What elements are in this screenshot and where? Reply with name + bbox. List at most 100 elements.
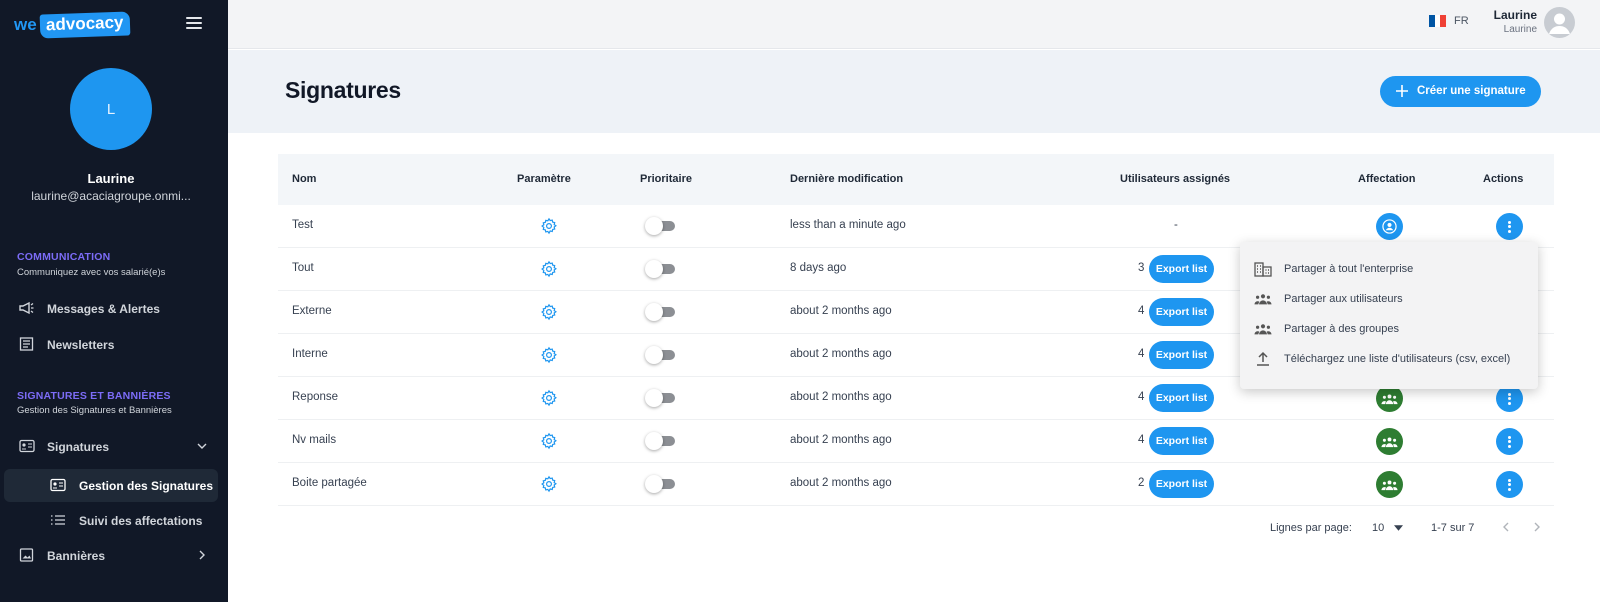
cell-users-count: 4	[1138, 305, 1145, 317]
pagination-range: 1-7 sur 7	[1431, 522, 1475, 534]
menu-item-label: Partager à des groupes	[1284, 323, 1399, 335]
priority-toggle[interactable]	[645, 346, 677, 364]
gear-icon[interactable]	[540, 217, 558, 235]
priority-toggle[interactable]	[645, 389, 677, 407]
export-list-button[interactable]: Export list	[1149, 255, 1214, 283]
affectation-user-icon[interactable]	[1376, 213, 1403, 240]
cell-users-count: 4	[1138, 391, 1145, 403]
prev-page-icon[interactable]	[1500, 521, 1512, 533]
row-actions-button[interactable]	[1496, 471, 1523, 498]
row-actions-button[interactable]	[1496, 213, 1523, 240]
logo-we: we	[14, 15, 37, 34]
cell-modification: about 2 months ago	[790, 477, 892, 489]
megaphone-icon	[19, 301, 34, 315]
priority-toggle[interactable]	[645, 475, 677, 493]
more-vertical-icon	[1508, 434, 1511, 449]
gear-icon[interactable]	[540, 303, 558, 321]
priority-toggle[interactable]	[645, 260, 677, 278]
more-vertical-icon	[1508, 477, 1511, 492]
sidebar-item-suivi-affectations[interactable]: Suivi des affectations	[4, 504, 218, 537]
upload-icon	[1257, 351, 1269, 366]
sidebar-user-name: Laurine	[87, 171, 135, 186]
affectation-groups-icon[interactable]	[1376, 385, 1403, 412]
cell-nom: Boite partagée	[292, 477, 367, 489]
gear-icon[interactable]	[540, 346, 558, 364]
cell-modification: about 2 months ago	[790, 348, 892, 360]
export-list-button[interactable]: Export list	[1149, 298, 1214, 326]
cell-users-count: 3	[1138, 262, 1145, 274]
cell-modification: about 2 months ago	[790, 391, 892, 403]
cell-modification: about 2 months ago	[790, 434, 892, 446]
menu-toggle-icon[interactable]	[186, 17, 202, 31]
section-title-signatures: SIGNATURES ET BANNIÈRES	[17, 390, 171, 402]
cell-nom: Externe	[292, 305, 332, 317]
row-actions-button[interactable]	[1496, 428, 1523, 455]
logo-advocacy: advocacy	[39, 11, 130, 39]
plus-icon	[1396, 85, 1408, 97]
image-icon	[19, 548, 34, 562]
sidebar-item-signatures[interactable]: Signatures	[4, 430, 218, 463]
cell-modification: less than a minute ago	[790, 219, 906, 231]
menu-item-share-users[interactable]: Partager aux utilisateurs	[1240, 284, 1538, 314]
gear-icon[interactable]	[540, 475, 558, 493]
cell-nom: Nv mails	[292, 434, 337, 446]
export-list-button[interactable]: Export list	[1149, 427, 1214, 455]
priority-toggle[interactable]	[645, 432, 677, 450]
more-vertical-icon	[1508, 219, 1511, 234]
row-actions-button[interactable]	[1496, 385, 1523, 412]
rows-per-page-label: Lignes par page:	[1270, 522, 1352, 534]
cell-users-count: -	[1174, 219, 1178, 231]
col-derniere-modification[interactable]: Dernière modification	[790, 173, 903, 185]
cell-users-count: 2	[1138, 477, 1145, 489]
next-page-icon[interactable]	[1531, 521, 1543, 533]
newspaper-icon	[19, 337, 34, 351]
export-list-button[interactable]: Export list	[1149, 384, 1214, 412]
sidebar-item-label: Newsletters	[47, 338, 115, 352]
cell-nom: Tout	[292, 262, 314, 274]
col-actions: Actions	[1483, 173, 1524, 185]
menu-item-share-groups[interactable]: Partager à des groupes	[1240, 314, 1538, 344]
sidebar-item-label: Bannières	[47, 549, 106, 563]
affectation-groups-icon[interactable]	[1376, 471, 1403, 498]
table-row: Boite partagée about 2 months ago 2 Expo…	[278, 463, 1554, 506]
sidebar-item-messages[interactable]: Messages & Alertes	[4, 292, 218, 325]
priority-toggle[interactable]	[645, 217, 677, 235]
sidebar-item-gestion-signatures[interactable]: Gestion des Signatures	[4, 469, 218, 502]
cell-nom: Test	[292, 219, 314, 231]
user-avatar-icon[interactable]	[1544, 7, 1575, 38]
brand-logo[interactable]: we advocacy	[14, 11, 130, 39]
menu-item-label: Partager aux utilisateurs	[1284, 293, 1403, 305]
sidebar-item-newsletters[interactable]: Newsletters	[4, 328, 218, 361]
sidebar-user-email: laurine@acaciagroupe.onmi...	[31, 189, 191, 203]
export-list-button[interactable]: Export list	[1149, 341, 1214, 369]
chevron-right-icon	[199, 550, 205, 560]
gear-icon[interactable]	[540, 432, 558, 450]
affectation-groups-icon[interactable]	[1376, 428, 1403, 455]
section-title-communication: COMMUNICATION	[17, 251, 111, 263]
top-user-info[interactable]: Laurine Laurine	[1455, 8, 1537, 35]
col-affectation: Affectation	[1358, 173, 1416, 185]
menu-item-share-enterprise[interactable]: Partager à tout l'enterprise	[1240, 254, 1538, 284]
rows-per-page-select[interactable]: 10	[1372, 522, 1404, 534]
menu-item-label: Téléchargez une liste d'utilisateurs (cs…	[1284, 353, 1511, 365]
top-user-name: Laurine	[1493, 8, 1537, 22]
gear-icon[interactable]	[540, 260, 558, 278]
section-subtitle-signatures: Gestion des Signatures et Bannières	[17, 405, 172, 416]
page-title: Signatures	[285, 77, 401, 103]
top-bar	[228, 0, 1600, 49]
gear-icon[interactable]	[540, 389, 558, 407]
priority-toggle[interactable]	[645, 303, 677, 321]
col-nom[interactable]: Nom	[292, 173, 316, 185]
create-signature-button[interactable]: Créer une signature	[1380, 76, 1541, 107]
top-user-sub: Laurine	[1503, 24, 1537, 35]
users-icon	[1254, 294, 1272, 305]
list-icon	[51, 515, 65, 525]
col-parametre: Paramètre	[517, 173, 571, 185]
table-row: Nv mails about 2 months ago 4 Export lis…	[278, 420, 1554, 463]
building-icon	[1254, 262, 1272, 277]
menu-item-upload-users[interactable]: Téléchargez une liste d'utilisateurs (cs…	[1240, 344, 1538, 374]
export-list-button[interactable]: Export list	[1149, 470, 1214, 498]
avatar: L	[70, 68, 152, 150]
french-flag-icon	[1429, 15, 1447, 27]
sidebar-item-bannieres[interactable]: Bannières	[4, 539, 218, 572]
